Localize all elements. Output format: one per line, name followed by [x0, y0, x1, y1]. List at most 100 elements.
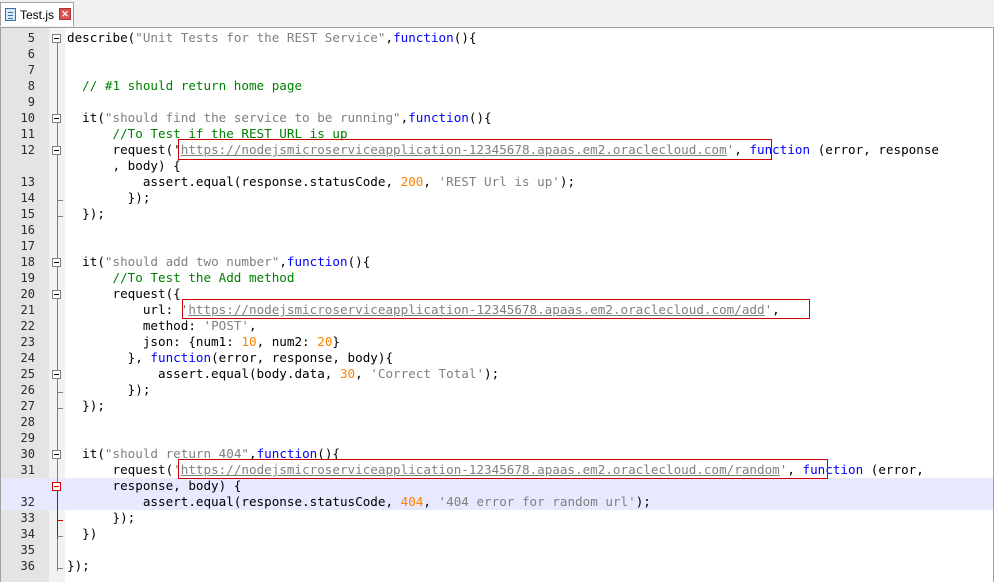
- code-token: describe(: [67, 30, 136, 45]
- line-number: 20: [20, 287, 35, 301]
- code-token: response, body) {: [67, 478, 242, 493]
- code-text: it("should add two number",function(){: [67, 254, 370, 270]
- code-line: response, body) {: [1, 478, 993, 494]
- code-text: //To Test if the REST URL is up: [67, 126, 348, 142]
- fold-toggle-icon[interactable]: [52, 450, 61, 459]
- tab-test-js[interactable]: Test.js ✕: [0, 2, 74, 26]
- fold-end-marker: [57, 408, 63, 409]
- code-line: 36});: [1, 558, 993, 574]
- code-text: //To Test the Add method: [67, 270, 294, 286]
- code-token: assert.equal(body.data,: [67, 366, 340, 381]
- code-token: function: [749, 142, 811, 157]
- fold-toggle-icon[interactable]: [52, 370, 61, 379]
- line-number: 22: [20, 319, 35, 333]
- code-text: response, body) {: [67, 478, 241, 494]
- line-number: 10: [20, 111, 35, 125]
- code-token: ,: [355, 366, 371, 381]
- code-token: 404: [400, 494, 424, 509]
- line-number: 34: [20, 527, 35, 541]
- code-token: ,: [772, 302, 780, 317]
- code-line: 18 it("should add two number",function()…: [1, 254, 993, 270]
- code-line: 21 url: 'https://nodejsmicroserviceappli…: [1, 302, 993, 318]
- code-token: request({: [67, 286, 181, 301]
- code-token: "Unit Tests for the REST Service": [135, 30, 386, 45]
- line-number: 27: [20, 399, 35, 413]
- line-number: 11: [20, 127, 35, 141]
- fold-toggle-icon[interactable]: [52, 146, 61, 155]
- code-token: (error, response: [810, 142, 940, 157]
- line-number: 29: [20, 431, 35, 445]
- code-line: 25 assert.equal(body.data, 30, 'Correct …: [1, 366, 993, 382]
- fold-toggle-icon[interactable]: [52, 482, 61, 491]
- code-token: });: [67, 190, 151, 205]
- code-line: 20 request({: [1, 286, 993, 302]
- url-link[interactable]: https://nodejsmicroserviceapplication-12…: [181, 462, 780, 477]
- code-line: 29: [1, 430, 993, 446]
- code-line: 24 }, function(error, response, body){: [1, 350, 993, 366]
- code-token: ,: [279, 254, 287, 269]
- code-token: ,: [423, 174, 439, 189]
- code-token: 200: [400, 174, 424, 189]
- code-text: request('https://nodejsmicroserviceappli…: [67, 462, 924, 478]
- code-line: 11 //To Test if the REST URL is up: [1, 126, 993, 142]
- code-token: function: [150, 350, 212, 365]
- code-text: it("should return 404",function(){: [67, 446, 340, 462]
- code-text: it("should find the service to be runnin…: [67, 110, 492, 126]
- code-token: ,: [787, 462, 803, 477]
- code-token: "should add two number": [104, 254, 280, 269]
- code-text: });: [67, 510, 135, 526]
- code-line: , body) {: [1, 158, 993, 174]
- code-token: '404 error for random url': [438, 494, 636, 509]
- code-line: 16: [1, 222, 993, 238]
- code-line: 23 json: {num1: 10, num2: 20}: [1, 334, 993, 350]
- code-text: , body) {: [67, 158, 181, 174]
- code-token: }: [332, 334, 340, 349]
- fold-toggle-icon[interactable]: [52, 290, 61, 299]
- fold-toggle-icon[interactable]: [52, 258, 61, 267]
- code-editor[interactable]: 5 describe("Unit Tests for the REST Servi…: [0, 28, 994, 582]
- code-token: 20: [317, 334, 333, 349]
- close-icon[interactable]: ✕: [59, 8, 71, 20]
- code-text: });: [67, 206, 105, 222]
- code-token: it(: [67, 446, 105, 461]
- code-line: 27 });: [1, 398, 993, 414]
- code-token: },: [67, 350, 151, 365]
- code-line: 35: [1, 542, 993, 558]
- code-token: ': [173, 142, 181, 157]
- line-number: 9: [27, 95, 35, 109]
- code-token: , body) {: [67, 158, 181, 173]
- line-number: 33: [20, 511, 35, 525]
- code-token: (){: [317, 446, 340, 461]
- code-token: //To Test the Add method: [67, 270, 295, 285]
- line-number: 7: [27, 63, 35, 77]
- code-line: 31 request('https://nodejsmicroserviceap…: [1, 462, 993, 478]
- code-text: assert.equal(response.statusCode, 404, '…: [67, 494, 651, 510]
- code-line: 22 method: 'POST',: [1, 318, 993, 334]
- code-token: (error,: [863, 462, 924, 477]
- code-line: 5 describe("Unit Tests for the REST Servi…: [1, 30, 993, 46]
- code-line: 17: [1, 238, 993, 254]
- code-text: // #1 should return home page: [67, 78, 302, 94]
- code-token: assert.equal(response.statusCode,: [67, 494, 401, 509]
- code-token: (){: [468, 110, 492, 125]
- code-line: 33 });: [1, 510, 993, 526]
- code-token: //To Test if the REST URL is up: [67, 126, 348, 141]
- url-link[interactable]: https://nodejsmicroserviceapplication-12…: [188, 302, 764, 317]
- url-link[interactable]: https://nodejsmicroserviceapplication-12…: [181, 142, 727, 157]
- code-line: 26 });: [1, 382, 993, 398]
- line-number: 32: [20, 495, 35, 509]
- code-token: }): [67, 526, 98, 541]
- code-token: 'REST Url is up': [438, 174, 560, 189]
- line-number: 24: [20, 351, 35, 365]
- code-text: method: 'POST',: [67, 318, 257, 334]
- line-number: 13: [20, 175, 35, 189]
- code-text: json: {num1: 10, num2: 20}: [67, 334, 340, 350]
- tab-bar: Test.js ✕: [0, 0, 994, 28]
- code-token: request(: [67, 462, 174, 477]
- fold-toggle-icon[interactable]: [52, 34, 61, 43]
- line-number: 31: [20, 463, 35, 477]
- code-token: });: [67, 382, 151, 397]
- code-line: 13 assert.equal(response.statusCode, 200…: [1, 174, 993, 190]
- code-token: "should return 404": [104, 446, 249, 461]
- fold-toggle-icon[interactable]: [52, 114, 61, 123]
